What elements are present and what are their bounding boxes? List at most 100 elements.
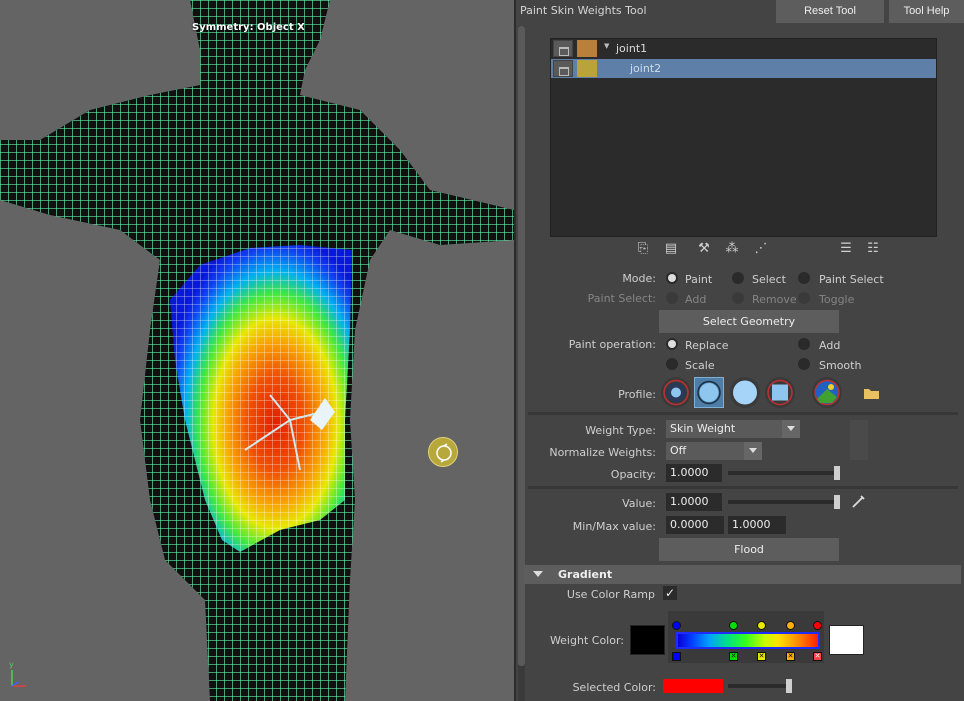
influence-color-swatch[interactable] bbox=[577, 60, 597, 77]
value-field[interactable]: 1.0000 bbox=[666, 493, 722, 511]
paint-select-toggle-radio[interactable] bbox=[798, 292, 810, 304]
select-geometry-button[interactable]: Select Geometry bbox=[659, 310, 839, 333]
ramp-marker-green[interactable] bbox=[729, 621, 738, 630]
profile-gaussian-brush-icon[interactable] bbox=[694, 377, 724, 408]
min-value-field[interactable]: 0.0000 bbox=[666, 516, 724, 534]
sort-list-icon[interactable]: ☰ bbox=[837, 240, 855, 258]
influence-name: joint2 bbox=[630, 62, 662, 75]
mode-label: Mode: bbox=[622, 272, 656, 285]
gradient-section-header[interactable]: Gradient bbox=[524, 565, 961, 584]
paint-op-add-label: Add bbox=[819, 339, 841, 352]
color-ramp[interactable] bbox=[676, 632, 820, 649]
ramp-marker-red[interactable] bbox=[813, 621, 822, 630]
paint-op-scale-label: Scale bbox=[685, 359, 715, 372]
paint-select-add-radio[interactable] bbox=[666, 292, 678, 304]
selected-color-slider[interactable] bbox=[728, 684, 790, 688]
paint-op-replace-radio[interactable] bbox=[666, 338, 678, 350]
ramp-marker-yellow[interactable] bbox=[757, 621, 766, 630]
paint-select-label: Paint Select: bbox=[587, 292, 656, 305]
value-slider[interactable] bbox=[728, 500, 840, 504]
selected-color-slider-thumb[interactable] bbox=[786, 679, 792, 693]
gradient-section-title: Gradient bbox=[558, 568, 613, 581]
opacity-label: Opacity: bbox=[610, 468, 656, 481]
influence-row-joint2[interactable]: joint2 bbox=[551, 59, 936, 78]
ramp-marker-blue[interactable] bbox=[672, 621, 681, 630]
folder-icon[interactable] bbox=[856, 377, 886, 408]
influence-color-swatch[interactable] bbox=[577, 40, 597, 57]
paint-select-remove-radio[interactable] bbox=[732, 292, 744, 304]
high-weight-color-swatch[interactable] bbox=[829, 625, 864, 655]
expand-arrow-icon[interactable]: ▼ bbox=[604, 42, 609, 50]
opacity-field[interactable]: 1.0000 bbox=[666, 464, 722, 482]
paint-select-toggle-label: Toggle bbox=[819, 293, 855, 306]
profile-soft-brush-icon[interactable] bbox=[661, 377, 691, 408]
axis-gizmo-icon: y bbox=[6, 660, 30, 693]
mirror-weights-icon[interactable]: ⁂ bbox=[723, 240, 741, 258]
opacity-slider[interactable] bbox=[728, 471, 840, 475]
lock-icon[interactable] bbox=[553, 40, 573, 57]
mode-paint-select-label: Paint Select bbox=[819, 273, 884, 286]
paint-op-replace-label: Replace bbox=[685, 339, 729, 352]
weight-color-label: Weight Color: bbox=[549, 634, 624, 647]
paint-operation-label: Paint operation: bbox=[568, 338, 656, 351]
ramp-handle-blue[interactable] bbox=[672, 652, 681, 661]
eyedropper-icon[interactable] bbox=[850, 492, 868, 510]
ramp-handle-green[interactable]: ✕ bbox=[729, 652, 738, 661]
section-divider bbox=[528, 486, 958, 489]
chevron-down-icon[interactable] bbox=[744, 442, 762, 460]
weight-type-dropdown[interactable]: Skin Weight bbox=[666, 420, 800, 438]
profile-square-brush-icon[interactable] bbox=[765, 377, 795, 408]
panel-title: Paint Skin Weights Tool bbox=[520, 4, 647, 17]
normalize-weights-dropdown[interactable]: Off bbox=[666, 442, 762, 460]
panel-scrollbar[interactable] bbox=[518, 26, 525, 701]
ramp-handle-red[interactable]: ✕ bbox=[813, 652, 822, 661]
mode-paint-select-radio[interactable] bbox=[798, 272, 810, 284]
profile-label: Profile: bbox=[618, 388, 656, 401]
move-weights-icon[interactable]: ⋰ bbox=[752, 240, 770, 258]
minmax-label: Min/Max value: bbox=[572, 520, 656, 533]
profile-image-brush-icon[interactable] bbox=[812, 377, 842, 408]
mode-select-radio[interactable] bbox=[732, 272, 744, 284]
low-weight-color-swatch[interactable] bbox=[630, 625, 665, 655]
use-color-ramp-label: Use Color Ramp bbox=[566, 588, 655, 601]
paint-op-smooth-label: Smooth bbox=[819, 359, 862, 372]
ramp-handle-yellow[interactable]: ✕ bbox=[757, 652, 766, 661]
reset-tool-button[interactable]: Reset Tool bbox=[776, 0, 884, 23]
collapse-arrow-icon[interactable] bbox=[533, 571, 543, 577]
tool-settings-panel: Paint Skin Weights Tool Reset Tool Tool … bbox=[516, 0, 964, 701]
lock-icon[interactable] bbox=[553, 60, 573, 77]
weight-hammer-icon[interactable]: ⚒ bbox=[695, 240, 713, 258]
symmetry-label: Symmetry: Object X bbox=[192, 22, 305, 33]
selected-color-label: Selected Color: bbox=[572, 681, 656, 694]
paste-weights-icon[interactable]: ▤ bbox=[662, 240, 680, 258]
tumble-icon[interactable] bbox=[428, 437, 458, 467]
paint-op-add-radio[interactable] bbox=[798, 338, 810, 350]
character-mesh[interactable] bbox=[0, 0, 514, 701]
influence-list[interactable]: ▼ joint1 joint2 bbox=[550, 38, 937, 237]
panel-scroll-gutter bbox=[850, 420, 868, 460]
opacity-slider-thumb[interactable] bbox=[834, 466, 840, 480]
value-slider-thumb[interactable] bbox=[834, 495, 840, 509]
ramp-handle-orange[interactable]: ✕ bbox=[786, 652, 795, 661]
3d-viewport[interactable]: Symmetry: Object X y bbox=[0, 0, 514, 701]
chevron-down-icon[interactable] bbox=[782, 420, 800, 438]
value-label: Value: bbox=[622, 497, 656, 510]
max-value-field[interactable]: 1.0000 bbox=[728, 516, 786, 534]
mode-paint-radio[interactable] bbox=[666, 272, 678, 284]
mode-paint-label: Paint bbox=[685, 273, 713, 286]
normalize-weights-value: Off bbox=[670, 444, 687, 457]
profile-solid-brush-icon[interactable] bbox=[730, 377, 760, 408]
weight-type-value: Skin Weight bbox=[670, 422, 736, 435]
normalize-weights-label: Normalize Weights: bbox=[549, 446, 656, 459]
flat-list-icon[interactable]: ☷ bbox=[864, 240, 882, 258]
ramp-marker-orange[interactable] bbox=[786, 621, 795, 630]
copy-weights-icon[interactable]: ⎘ bbox=[634, 240, 652, 258]
influence-row-joint1[interactable]: ▼ joint1 bbox=[551, 39, 936, 58]
paint-op-smooth-radio[interactable] bbox=[798, 358, 810, 370]
paint-op-scale-radio[interactable] bbox=[666, 358, 678, 370]
flood-button[interactable]: Flood bbox=[659, 538, 839, 561]
selected-color-swatch[interactable] bbox=[663, 679, 723, 693]
section-divider bbox=[528, 412, 958, 415]
tool-help-button[interactable]: Tool Help bbox=[889, 0, 964, 23]
use-color-ramp-checkbox[interactable]: ✓ bbox=[663, 586, 677, 600]
